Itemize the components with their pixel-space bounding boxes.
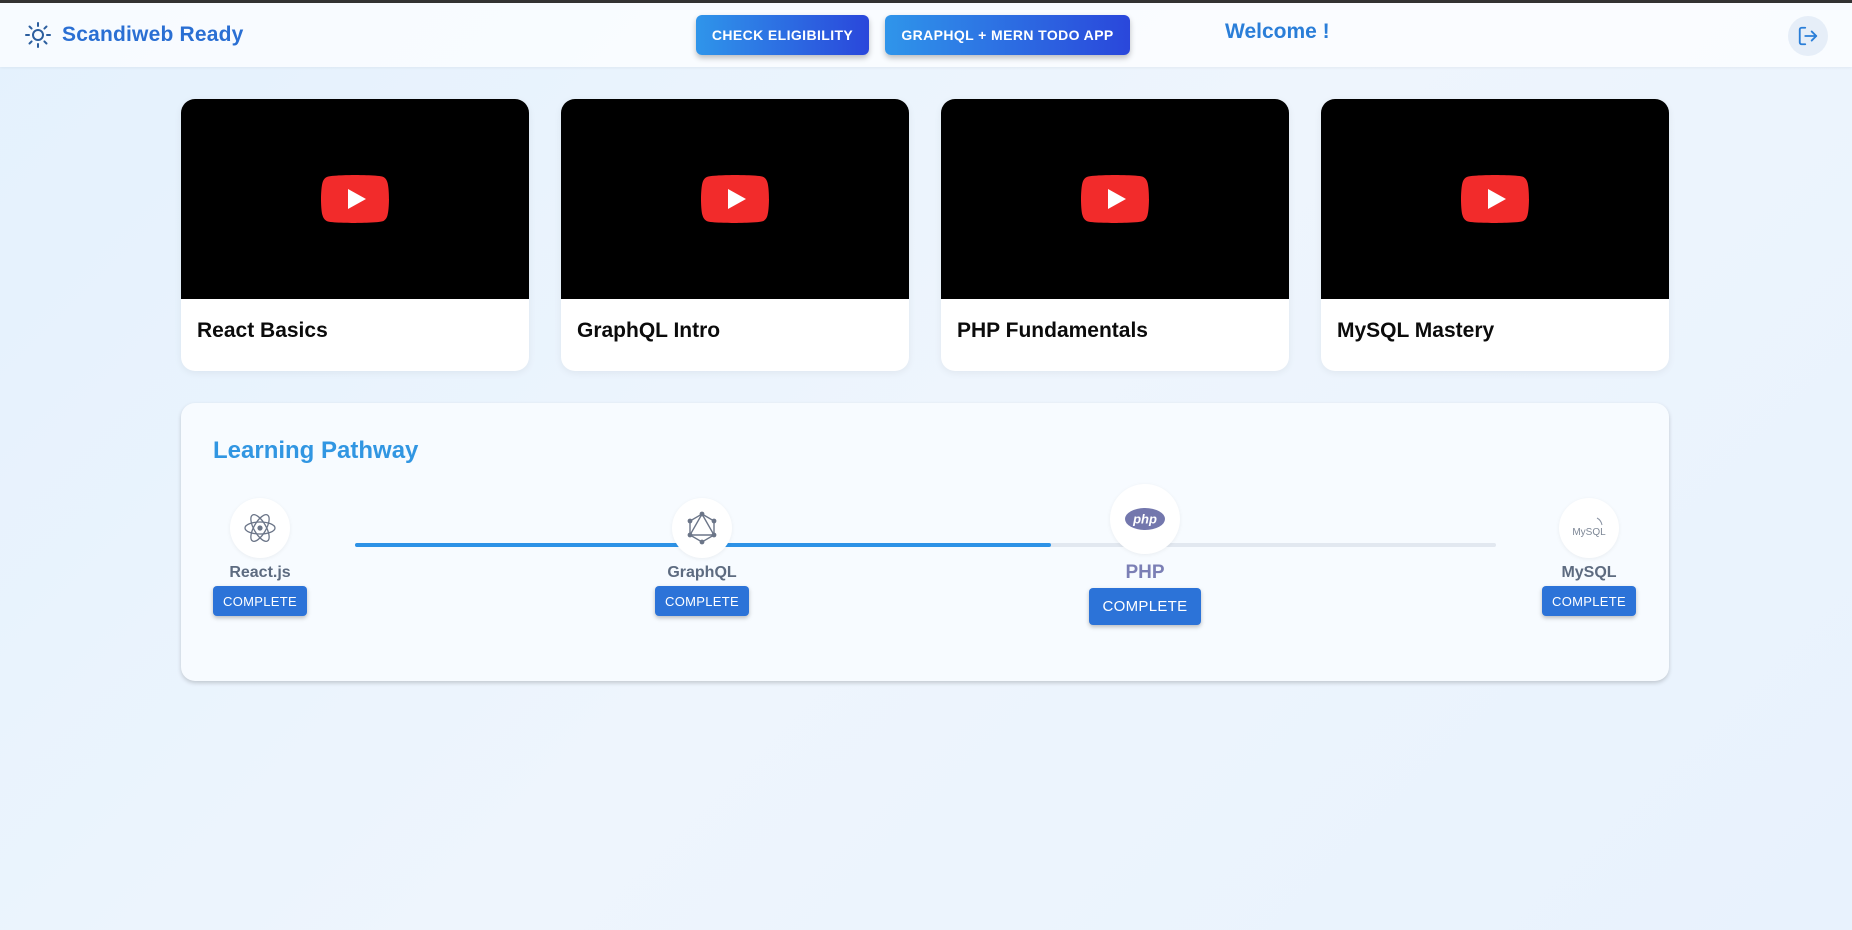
pathway-step-php: php PHP COMPLETE [1089,484,1201,625]
complete-button[interactable]: COMPLETE [213,586,307,616]
mysql-icon: MySQL [1559,498,1619,558]
youtube-play-icon[interactable] [1081,175,1149,223]
youtube-play-icon[interactable] [701,175,769,223]
video-card: MySQL Mastery [1321,99,1669,371]
check-eligibility-button[interactable]: CHECK ELIGIBILITY [696,15,869,55]
learning-pathway: Learning Pathway React.js COMPLETE Graph… [181,403,1669,681]
video-title: GraphQL Intro [577,319,721,342]
pathway-step-label: React.js [229,564,291,581]
php-icon: php [1110,484,1180,554]
pathway-step-label: GraphQL [667,564,737,581]
video-player[interactable] [1321,99,1669,299]
video-player[interactable] [561,99,909,299]
video-player[interactable] [181,99,529,299]
graphql-icon [672,498,732,558]
pathway-step-mysql: MySQL MySQL COMPLETE [1542,498,1636,616]
youtube-play-icon[interactable] [321,175,389,223]
pathway-progress-track [355,543,1496,547]
pathway-title: Learning Pathway [213,437,419,464]
complete-button[interactable]: COMPLETE [1542,586,1636,616]
pathway-step-label: PHP [1125,562,1165,583]
video-card-list: React Basics GraphQL Intro PHP Fundament… [181,99,1669,371]
pathway-step-graphql: GraphQL COMPLETE [655,498,749,616]
video-title: MySQL Mastery [1337,319,1495,342]
video-card: GraphQL Intro [561,99,909,371]
pathway-step-react: React.js COMPLETE [213,498,307,616]
video-card: PHP Fundamentals [941,99,1289,371]
top-navbar: Scandiweb Ready CHECK ELIGIBILITY GRAPHQ… [0,3,1852,67]
video-title: React Basics [197,319,328,342]
video-title: PHP Fundamentals [957,319,1148,342]
complete-button[interactable]: COMPLETE [1089,588,1201,625]
pathway-step-label: MySQL [1561,564,1617,581]
logout-icon [1798,26,1818,46]
brand-title: Scandiweb Ready [62,23,244,46]
video-card: React Basics [181,99,529,371]
brand[interactable]: Scandiweb Ready [24,21,244,49]
welcome-text: Welcome ! [1225,20,1330,43]
sun-icon [25,22,51,48]
youtube-play-icon[interactable] [1461,175,1529,223]
todo-app-button[interactable]: GRAPHQL + MERN TODO APP [885,15,1130,55]
video-player[interactable] [941,99,1289,299]
svg-text:MySQL: MySQL [1572,527,1606,538]
svg-text:php: php [1132,512,1157,527]
complete-button[interactable]: COMPLETE [655,586,749,616]
logout-button[interactable] [1788,16,1828,56]
react-icon [230,498,290,558]
